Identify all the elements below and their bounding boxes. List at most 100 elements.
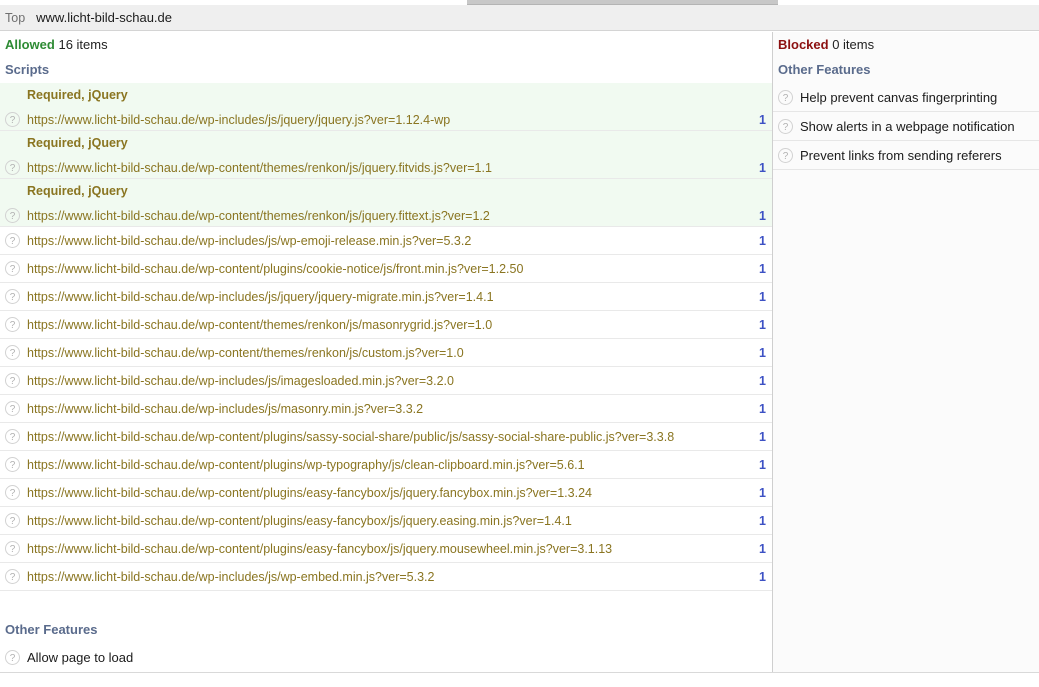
help-icon[interactable]: ? <box>5 569 20 584</box>
allowed-item-count: 16 items <box>58 37 108 52</box>
script-url[interactable]: https://www.licht-bild-schau.de/wp-conte… <box>27 262 752 276</box>
script-row[interactable]: ? https://www.licht-bild-schau.de/wp-incl… <box>0 367 772 395</box>
script-row[interactable]: ? https://www.licht-bild-schau.de/wp-cont… <box>0 507 772 535</box>
script-row[interactable]: ? https://www.licht-bild-schau.de/wp-incl… <box>0 395 772 423</box>
site-bar: Top www.licht-bild-schau.de <box>0 5 1039 31</box>
script-count: 1 <box>759 373 766 388</box>
help-icon[interactable]: ? <box>5 373 20 388</box>
script-required-label: Required, jQuery <box>27 184 128 198</box>
script-row[interactable]: ? https://www.licht-bild-schau.de/wp-cont… <box>0 311 772 339</box>
script-count: 1 <box>759 289 766 304</box>
help-icon[interactable]: ? <box>5 401 20 416</box>
feature-row[interactable]: ? Allow page to load <box>0 643 772 672</box>
script-row[interactable]: Required, jQuery? https://www.licht-bild-… <box>0 83 772 131</box>
script-row[interactable]: ? https://www.licht-bild-schau.de/wp-cont… <box>0 423 772 451</box>
feature-row[interactable]: ? Prevent links from sending referers <box>773 141 1039 170</box>
blocked-panel: Blocked 0 items Other Features ? Help pre… <box>773 32 1039 672</box>
script-url[interactable]: https://www.licht-bild-schau.de/wp-inclu… <box>27 402 752 416</box>
script-count: 1 <box>759 317 766 332</box>
script-count: 1 <box>759 209 766 223</box>
script-url[interactable]: https://www.licht-bild-schau.de/wp-conte… <box>27 209 752 223</box>
help-icon[interactable]: ? <box>5 345 20 360</box>
help-icon[interactable]: ? <box>5 513 20 528</box>
left-other-features-section: Other Features ? Allow page to load <box>0 617 772 672</box>
script-url[interactable]: https://www.licht-bild-schau.de/wp-inclu… <box>27 290 752 304</box>
script-url[interactable]: https://www.licht-bild-schau.de/wp-conte… <box>27 514 752 528</box>
script-url[interactable]: https://www.licht-bild-schau.de/wp-inclu… <box>27 113 752 127</box>
script-url[interactable]: https://www.licht-bild-schau.de/wp-inclu… <box>27 234 752 248</box>
script-row-body: https://www.licht-bild-schau.de/wp-conte… <box>27 161 752 175</box>
help-icon[interactable]: ? <box>778 147 793 163</box>
help-icon[interactable]: ? <box>5 541 20 556</box>
help-icon[interactable]: ? <box>5 112 20 127</box>
script-row-body: https://www.licht-bild-schau.de/wp-conte… <box>27 458 752 472</box>
script-count: 1 <box>759 513 766 528</box>
script-row-body: https://www.licht-bild-schau.de/wp-conte… <box>27 514 752 528</box>
script-row-body: https://www.licht-bild-schau.de/wp-conte… <box>27 542 752 556</box>
script-row-body: https://www.licht-bild-schau.de/wp-inclu… <box>27 374 752 388</box>
help-icon[interactable]: ? <box>5 289 20 304</box>
script-row[interactable]: ? https://www.licht-bild-schau.de/wp-cont… <box>0 535 772 563</box>
script-row[interactable]: ? https://www.licht-bild-schau.de/wp-cont… <box>0 339 772 367</box>
script-url[interactable]: https://www.licht-bild-schau.de/wp-inclu… <box>27 570 752 584</box>
feature-label[interactable]: Help prevent canvas fingerprinting <box>800 90 997 105</box>
script-row[interactable]: Required, jQuery? https://www.licht-bild-… <box>0 179 772 227</box>
script-url[interactable]: https://www.licht-bild-schau.de/wp-conte… <box>27 458 752 472</box>
feature-label[interactable]: Allow page to load <box>27 650 133 665</box>
script-row-body: https://www.licht-bild-schau.de/wp-inclu… <box>27 290 752 304</box>
script-count: 1 <box>759 457 766 472</box>
script-count: 1 <box>759 113 766 127</box>
help-icon[interactable]: ? <box>5 457 20 472</box>
help-icon[interactable]: ? <box>5 485 20 500</box>
right-other-features-title: Other Features <box>778 62 871 77</box>
script-count: 1 <box>759 345 766 360</box>
script-row[interactable]: ? https://www.licht-bild-schau.de/wp-cont… <box>0 451 772 479</box>
frame-scope-label: Top <box>5 10 26 25</box>
help-icon[interactable]: ? <box>5 650 20 665</box>
script-count: 1 <box>759 261 766 276</box>
script-row-body: https://www.licht-bild-schau.de/wp-conte… <box>27 346 752 360</box>
script-row-body: https://www.licht-bild-schau.de/wp-conte… <box>27 262 752 276</box>
script-count: 1 <box>759 569 766 584</box>
script-row-body: https://www.licht-bild-schau.de/wp-conte… <box>27 318 752 332</box>
scripts-group-title: Scripts <box>5 62 50 77</box>
script-row-body: https://www.licht-bild-schau.de/wp-inclu… <box>27 113 752 127</box>
blocked-item-count: 0 items <box>832 37 875 52</box>
help-icon[interactable]: ? <box>5 317 20 332</box>
feature-row[interactable]: ? Help prevent canvas fingerprinting <box>773 83 1039 112</box>
script-url[interactable]: https://www.licht-bild-schau.de/wp-conte… <box>27 542 752 556</box>
help-icon[interactable]: ? <box>5 429 20 444</box>
help-icon[interactable]: ? <box>778 89 793 105</box>
script-row[interactable]: Required, jQuery? https://www.licht-bild-… <box>0 131 772 179</box>
script-url[interactable]: https://www.licht-bild-schau.de/wp-inclu… <box>27 374 752 388</box>
script-required-label: Required, jQuery <box>27 136 128 150</box>
feature-row[interactable]: ? Show alerts in a webpage notification <box>773 112 1039 141</box>
panels-container: Allowed 16 items Scripts Required, jQuer… <box>0 32 1039 673</box>
help-icon[interactable]: ? <box>5 160 20 175</box>
help-icon[interactable]: ? <box>778 118 793 134</box>
script-url[interactable]: https://www.licht-bild-schau.de/wp-conte… <box>27 430 752 444</box>
script-row[interactable]: ? https://www.licht-bild-schau.de/wp-incl… <box>0 227 772 255</box>
script-url[interactable]: https://www.licht-bild-schau.de/wp-conte… <box>27 486 752 500</box>
script-url[interactable]: https://www.licht-bild-schau.de/wp-conte… <box>27 346 752 360</box>
help-icon[interactable]: ? <box>5 208 20 223</box>
script-row[interactable]: ? https://www.licht-bild-schau.de/wp-cont… <box>0 255 772 283</box>
feature-label[interactable]: Show alerts in a webpage notification <box>800 119 1015 134</box>
script-row[interactable]: ? https://www.licht-bild-schau.de/wp-incl… <box>0 283 772 311</box>
script-count: 1 <box>759 401 766 416</box>
allowed-status-label: Allowed <box>5 37 55 52</box>
script-row-body: https://www.licht-bild-schau.de/wp-conte… <box>27 209 752 223</box>
script-row[interactable]: ? https://www.licht-bild-schau.de/wp-cont… <box>0 479 772 507</box>
script-row-body: https://www.licht-bild-schau.de/wp-conte… <box>27 486 752 500</box>
allowed-summary: Allowed 16 items <box>0 32 772 57</box>
help-icon[interactable]: ? <box>5 233 20 248</box>
script-row[interactable]: ? https://www.licht-bild-schau.de/wp-incl… <box>0 563 772 591</box>
scripts-list: Required, jQuery? https://www.licht-bild-… <box>0 83 772 591</box>
script-count: 1 <box>759 429 766 444</box>
left-other-features-title: Other Features <box>5 622 98 637</box>
help-icon[interactable]: ? <box>5 261 20 276</box>
site-hostname: www.licht-bild-schau.de <box>36 10 172 25</box>
script-url[interactable]: https://www.licht-bild-schau.de/wp-conte… <box>27 161 752 175</box>
feature-label[interactable]: Prevent links from sending referers <box>800 148 1002 163</box>
script-url[interactable]: https://www.licht-bild-schau.de/wp-conte… <box>27 318 752 332</box>
